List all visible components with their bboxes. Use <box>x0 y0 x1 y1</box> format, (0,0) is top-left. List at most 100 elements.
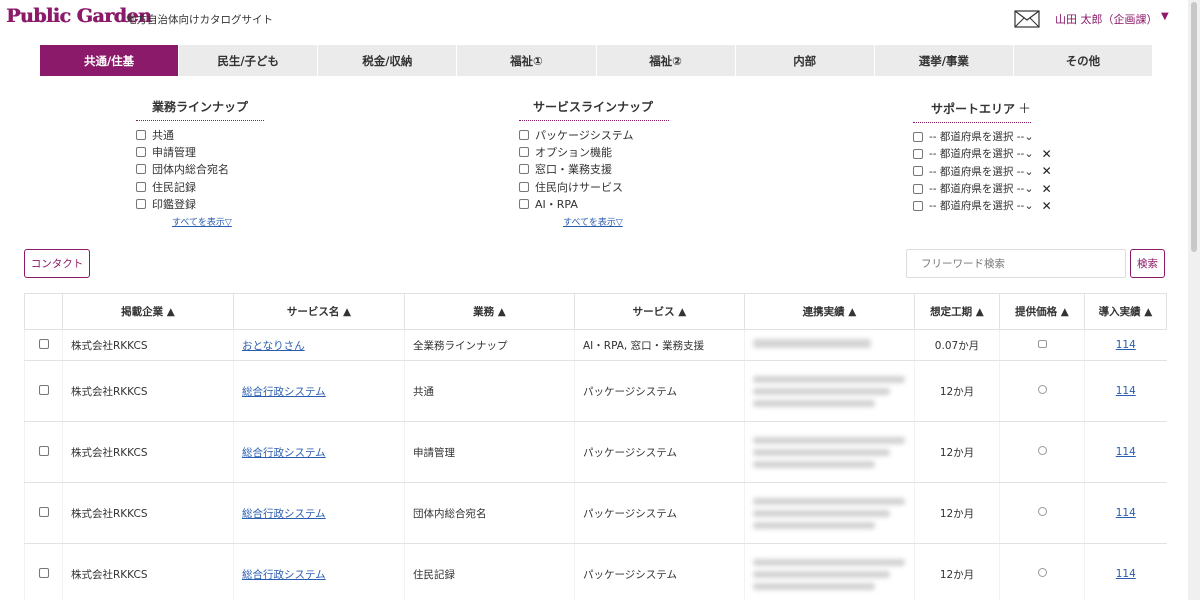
sort-service[interactable]: サービス ▲ <box>574 293 745 330</box>
prefecture-select[interactable]: -- 都道府県を選択 -- <box>929 129 1024 144</box>
record-link[interactable]: 114 <box>1116 568 1136 580</box>
chevron-down-icon[interactable]: ⌄ <box>1024 147 1033 160</box>
table-row[interactable]: 株式会社RKKCS おとなりさん 全業務ラインナップ AI・RPA, 窓口・業務… <box>24 329 1167 361</box>
site-tagline: 地方自治体向けカタログサイト <box>126 14 273 26</box>
row-checkbox[interactable] <box>38 567 49 578</box>
service-name-link[interactable]: 総合行政システム <box>242 386 326 398</box>
table-row[interactable]: 株式会社RKKCS 総合行政システム 住民記録 パッケージシステム 12か月 1… <box>24 543 1167 600</box>
sort-period[interactable]: 想定工期 ▲ <box>914 293 1000 330</box>
tab-other[interactable]: その他 <box>1014 45 1152 76</box>
add-area-icon[interactable]: ＋ <box>1018 102 1031 117</box>
service-name-link[interactable]: 総合行政システム <box>242 447 326 459</box>
record-link[interactable]: 114 <box>1116 339 1136 351</box>
record-link[interactable]: 114 <box>1116 385 1136 397</box>
row-checkbox[interactable] <box>38 445 49 456</box>
remove-area-icon[interactable]: ✕ <box>1042 147 1052 161</box>
area-select-row[interactable]: -- 都道府県を選択 -- ⌄ ✕ <box>913 197 1052 214</box>
tab-welfare-1[interactable]: 福祉① <box>457 45 597 76</box>
prefecture-select[interactable]: -- 都道府県を選択 -- <box>929 164 1024 179</box>
sort-record[interactable]: 導入実績 ▲ <box>1084 293 1167 330</box>
checkbox[interactable] <box>136 198 146 209</box>
service-name-link[interactable]: 総合行政システム <box>242 508 326 520</box>
tab-welfare-children[interactable]: 民生/子ども <box>179 45 319 76</box>
checkbox[interactable] <box>519 129 529 140</box>
row-checkbox[interactable] <box>38 506 49 517</box>
header-select <box>24 293 63 330</box>
chevron-down-icon[interactable]: ⌄ <box>1024 199 1033 212</box>
record-link[interactable]: 114 <box>1116 446 1136 458</box>
tab-election[interactable]: 選挙/事業 <box>875 45 1014 76</box>
service-name-link[interactable]: おとなりさん <box>242 340 305 352</box>
filter-option[interactable]: 住民記録 <box>136 178 264 195</box>
area-select-row[interactable]: -- 都道府県を選択 -- ⌄ ✕ <box>913 163 1052 180</box>
sort-integration[interactable]: 連携実績 ▲ <box>744 293 915 330</box>
filter-option[interactable]: 共通 <box>136 126 264 143</box>
price-icon[interactable] <box>1037 385 1047 394</box>
user-menu[interactable]: 山田 太郎（企画課） <box>1055 11 1158 27</box>
tab-internal[interactable]: 内部 <box>736 45 875 76</box>
checkbox[interactable] <box>913 166 923 177</box>
filter-option[interactable]: AI・RPA <box>519 195 669 212</box>
checkbox[interactable] <box>136 181 146 192</box>
checkbox[interactable] <box>913 200 923 211</box>
table-row[interactable]: 株式会社RKKCS 総合行政システム 共通 パッケージシステム 12か月 114 <box>24 360 1167 422</box>
checkbox[interactable] <box>136 164 146 175</box>
tab-welfare-2[interactable]: 福祉② <box>597 45 736 76</box>
chevron-down-icon[interactable]: ⌄ <box>1024 182 1033 195</box>
contact-button[interactable]: コンタクト <box>24 249 90 278</box>
sort-company[interactable]: 掲載企業 ▲ <box>62 293 234 330</box>
chevron-down-icon[interactable]: ⌄ <box>1024 165 1033 178</box>
sort-service-name[interactable]: サービス名 ▲ <box>233 293 405 330</box>
filter-option[interactable]: 団体内総合宛名 <box>136 161 264 178</box>
price-icon[interactable] <box>1037 446 1047 455</box>
sort-business[interactable]: 業務 ▲ <box>404 293 575 330</box>
search-input[interactable] <box>906 249 1126 278</box>
checkbox[interactable] <box>913 131 923 142</box>
price-icon[interactable] <box>1037 340 1047 348</box>
category-tabs: 共通/住基 民生/子ども 税金/収納 福祉① 福祉② 内部 選挙/事業 その他 <box>40 45 1152 76</box>
area-select-row[interactable]: -- 都道府県を選択 -- ⌄ ✕ <box>913 180 1052 197</box>
remove-area-icon[interactable]: ✕ <box>1042 164 1052 178</box>
service-name-link[interactable]: 総合行政システム <box>242 569 326 581</box>
prefecture-select[interactable]: -- 都道府県を選択 -- <box>929 198 1024 213</box>
sort-price[interactable]: 提供価格 ▲ <box>999 293 1085 330</box>
table-row[interactable]: 株式会社RKKCS 総合行政システム 申請管理 パッケージシステム 12か月 1… <box>24 421 1167 483</box>
checkbox[interactable] <box>136 129 146 140</box>
filter-option[interactable]: 申請管理 <box>136 143 264 160</box>
price-icon[interactable] <box>1037 507 1047 516</box>
filter-option[interactable]: 住民向けサービス <box>519 178 669 195</box>
checkbox[interactable] <box>519 146 529 157</box>
user-menu-caret-icon[interactable]: ▼ <box>1161 11 1169 22</box>
page-scrollbar[interactable] <box>1188 0 1200 600</box>
area-select-row[interactable]: -- 都道府県を選択 -- ⌄ ✕ <box>913 145 1052 162</box>
checkbox[interactable] <box>519 181 529 192</box>
row-checkbox[interactable] <box>38 384 49 395</box>
chevron-down-icon[interactable]: ⌄ <box>1024 130 1033 143</box>
tab-tax[interactable]: 税金/収納 <box>318 45 458 76</box>
scrollbar-thumb[interactable] <box>1191 2 1197 252</box>
checkbox[interactable] <box>913 148 923 159</box>
prefecture-select[interactable]: -- 都道府県を選択 -- <box>929 181 1024 196</box>
row-checkbox[interactable] <box>38 338 49 349</box>
search-button[interactable]: 検索 <box>1130 249 1165 278</box>
checkbox[interactable] <box>519 198 529 209</box>
filter-option[interactable]: 窓口・業務支援 <box>519 161 669 178</box>
filter-option[interactable]: パッケージシステム <box>519 126 669 143</box>
filter-option[interactable]: オプション機能 <box>519 143 669 160</box>
checkbox[interactable] <box>913 183 923 194</box>
table-row[interactable]: 株式会社RKKCS 総合行政システム 団体内総合宛名 パッケージシステム 12か… <box>24 482 1167 544</box>
checkbox[interactable] <box>136 146 146 157</box>
remove-area-icon[interactable]: ✕ <box>1042 199 1052 213</box>
business-show-all-link[interactable]: すべてを表示▽ <box>172 215 264 228</box>
area-select-row[interactable]: -- 都道府県を選択 -- ⌄ <box>913 128 1052 145</box>
business-lineup-title: 業務ラインナップ <box>136 98 265 121</box>
filter-option[interactable]: 印鑑登録 <box>136 195 264 212</box>
mail-icon[interactable] <box>1014 10 1040 28</box>
price-icon[interactable] <box>1037 568 1047 577</box>
checkbox[interactable] <box>519 164 529 175</box>
remove-area-icon[interactable]: ✕ <box>1042 182 1052 196</box>
tab-common[interactable]: 共通/住基 <box>40 45 180 76</box>
record-link[interactable]: 114 <box>1116 507 1136 519</box>
prefecture-select[interactable]: -- 都道府県を選択 -- <box>929 146 1024 161</box>
service-show-all-link[interactable]: すべてを表示▽ <box>563 215 669 228</box>
